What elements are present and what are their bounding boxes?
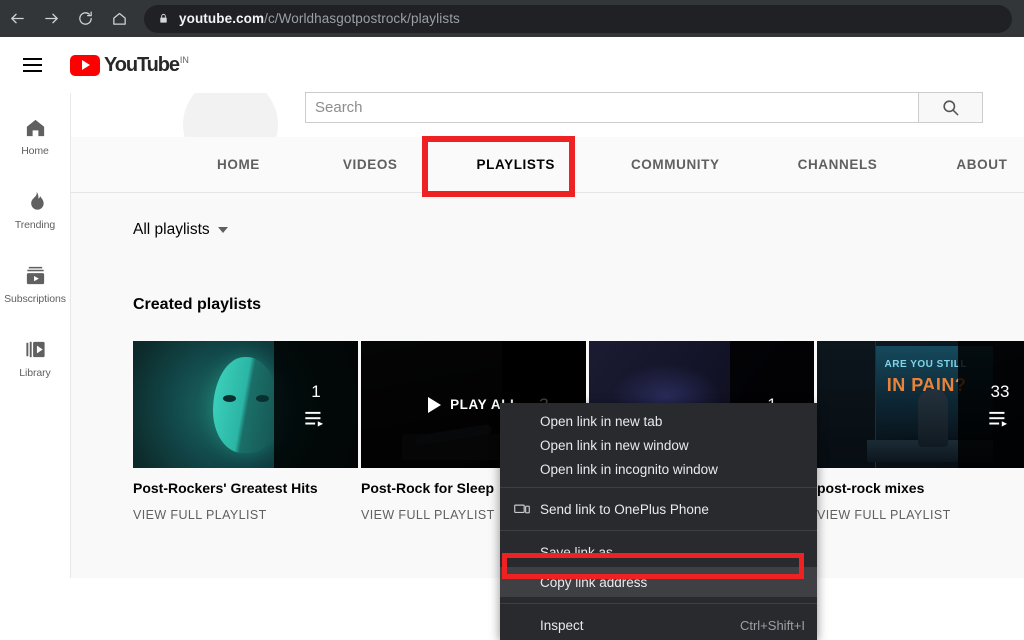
sidebar-item-library[interactable]: Library: [0, 321, 70, 395]
lock-icon: [158, 13, 169, 24]
context-menu-label: Send link to OnePlus Phone: [540, 502, 805, 517]
channel-tabs: HOME VIDEOS PLAYLISTS COMMUNITY CHANNELS…: [71, 137, 1024, 193]
playlist-filter-dropdown[interactable]: All playlists: [133, 221, 228, 239]
sidebar-label-trending: Trending: [15, 219, 55, 231]
sidebar-item-subscriptions[interactable]: Subscriptions: [0, 247, 70, 321]
sidebar-item-trending[interactable]: Trending: [0, 173, 70, 247]
sidebar-label-home: Home: [21, 145, 49, 157]
youtube-country-code: IN: [180, 55, 189, 65]
url-path: /c/Worldhasgotpostrock/playlists: [264, 11, 460, 26]
playlist-card[interactable]: ARE YOU STILL IN PAIN? 33: [817, 341, 1024, 522]
playlist-icon: [989, 411, 1011, 427]
section-title-created-playlists: Created playlists: [133, 296, 261, 314]
url-host: youtube.com: [179, 11, 264, 26]
context-menu-label: Open link in new window: [540, 438, 805, 453]
caret-down-icon: [218, 227, 228, 233]
arrow-left-icon: [9, 10, 26, 27]
context-menu-label: Open link in new tab: [540, 414, 805, 429]
search-bar: [305, 92, 983, 123]
context-menu-item-send-link[interactable]: Send link to OnePlus Phone: [500, 494, 817, 524]
context-menu-separator: [500, 603, 817, 604]
reload-icon: [77, 10, 94, 27]
search-button[interactable]: [918, 92, 983, 123]
youtube-masthead: YouTube IN: [0, 37, 1024, 93]
tab-community[interactable]: COMMUNITY: [623, 157, 728, 172]
playlist-thumbnail[interactable]: ARE YOU STILL IN PAIN? 33: [817, 341, 1024, 468]
view-full-playlist-link[interactable]: VIEW FULL PLAYLIST: [817, 508, 1024, 522]
playlist-count-panel: 33: [958, 341, 1024, 468]
mask-face-art: [213, 357, 279, 453]
playlist-count-panel: 1: [274, 341, 358, 468]
context-menu-item-open-new-tab[interactable]: Open link in new tab: [500, 409, 817, 433]
view-full-playlist-link[interactable]: VIEW FULL PLAYLIST: [133, 508, 358, 522]
forward-button[interactable]: [34, 2, 68, 36]
tab-home[interactable]: HOME: [209, 157, 268, 172]
sidebar-guide: Home Trending Subscriptions: [0, 93, 71, 578]
playlist-video-count: 1: [311, 382, 320, 402]
search-icon: [941, 98, 960, 117]
url-text: youtube.com/c/Worldhasgotpostrock/playli…: [179, 11, 460, 26]
playlist-thumbnail[interactable]: 1: [133, 341, 358, 468]
context-menu-item-copy-link-address[interactable]: Copy link address: [500, 567, 817, 597]
playlist-video-count: 33: [991, 382, 1010, 402]
context-menu-label: Open link in incognito window: [540, 462, 805, 477]
youtube-play-icon: [70, 55, 100, 76]
context-menu-item-inspect[interactable]: Inspect Ctrl+Shift+I: [500, 610, 817, 640]
tab-channels[interactable]: CHANNELS: [790, 157, 886, 172]
context-menu-item-open-new-window[interactable]: Open link in new window: [500, 433, 817, 457]
context-menu-item-open-incognito[interactable]: Open link in incognito window: [500, 457, 817, 481]
device-icon: [514, 503, 540, 516]
tab-about[interactable]: ABOUT: [948, 157, 1015, 172]
playlist-filter-label: All playlists: [133, 221, 210, 239]
subscriptions-icon: [24, 264, 47, 287]
playlist-title[interactable]: Post-Rockers' Greatest Hits: [133, 479, 358, 497]
tab-videos[interactable]: VIDEOS: [335, 157, 406, 172]
home-icon: [111, 10, 128, 27]
context-menu-separator: [500, 487, 817, 488]
sidebar-label-subscriptions: Subscriptions: [4, 293, 66, 305]
tab-playlists[interactable]: PLAYLISTS: [469, 157, 563, 172]
context-menu: Open link in new tab Open link in new wi…: [500, 403, 817, 640]
playlist-card[interactable]: 1 Post-Rockers' Greatest Hits VIEW FULL …: [133, 341, 358, 522]
context-menu-shortcut: Ctrl+Shift+I: [740, 618, 805, 633]
sidebar-item-home[interactable]: Home: [0, 99, 70, 173]
context-menu-separator: [500, 530, 817, 531]
page-viewport: worldhasgotpostrock YouTube IN Home: [0, 37, 1024, 578]
hamburger-menu-icon[interactable]: [12, 45, 52, 85]
reload-button[interactable]: [68, 2, 102, 36]
back-button[interactable]: [0, 2, 34, 36]
youtube-logo-text: YouTube: [104, 55, 179, 76]
youtube-logo[interactable]: YouTube IN: [70, 55, 189, 76]
library-icon: [24, 338, 47, 361]
home-button[interactable]: [102, 2, 136, 36]
flame-icon: [24, 190, 47, 213]
search-input[interactable]: [305, 92, 918, 123]
play-icon: [428, 397, 441, 413]
context-menu-label: Copy link address: [540, 575, 805, 590]
playlist-icon: [305, 411, 327, 427]
address-bar[interactable]: youtube.com/c/Worldhasgotpostrock/playli…: [144, 5, 1012, 33]
thumbnail-art-text-line1: ARE YOU STILL: [885, 359, 967, 370]
context-menu-label: Save link as...: [540, 545, 805, 560]
playlist-title[interactable]: post-rock mixes: [817, 479, 1024, 497]
sidebar-label-library: Library: [19, 367, 50, 379]
browser-toolbar: youtube.com/c/Worldhasgotpostrock/playli…: [0, 0, 1024, 37]
arrow-right-icon: [43, 10, 60, 27]
context-menu-item-save-link-as[interactable]: Save link as...: [500, 537, 817, 567]
context-menu-label: Inspect: [540, 618, 740, 633]
home-icon: [24, 116, 47, 139]
